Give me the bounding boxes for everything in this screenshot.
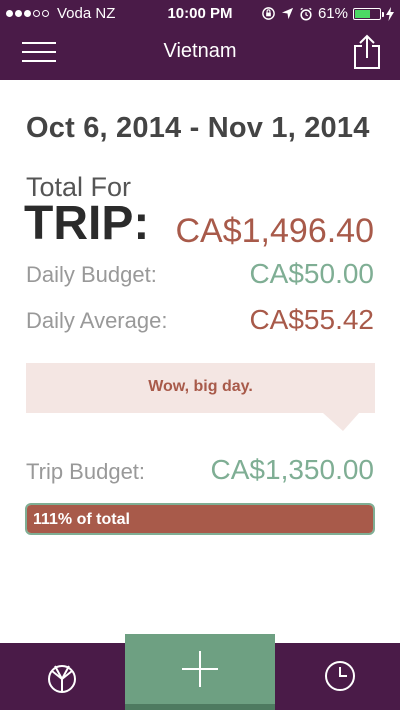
lock-rotation-icon bbox=[262, 7, 275, 20]
status-bar: Voda NZ 10:00 PM 61% bbox=[0, 0, 400, 28]
budget-progress-bar: 111% of total bbox=[25, 503, 375, 535]
nav-title: Vietnam bbox=[163, 40, 237, 62]
battery-icon bbox=[353, 7, 384, 20]
location-arrow-icon bbox=[281, 7, 294, 20]
trip-total-value: CA$1,496.40 bbox=[175, 212, 375, 250]
share-icon bbox=[354, 34, 380, 69]
stats-tab-button[interactable] bbox=[44, 660, 80, 696]
trip-summary-screen: Voda NZ 10:00 PM 61% Vietnam Oct 6, 2014… bbox=[0, 0, 400, 710]
clock-icon bbox=[325, 661, 355, 691]
battery-fill bbox=[355, 9, 370, 18]
message-bubble: Wow, big day. bbox=[26, 363, 375, 413]
status-right: 61% bbox=[261, 5, 394, 22]
charging-bolt-icon bbox=[386, 6, 394, 21]
pie-chart-icon bbox=[48, 665, 76, 693]
daily-average-label: Daily Average: bbox=[26, 308, 168, 333]
trip-label: TRIP: bbox=[24, 197, 150, 250]
daily-average-value: CA$55.42 bbox=[249, 304, 374, 335]
message-bubble-tail bbox=[323, 413, 359, 431]
trip-budget-label: Trip Budget: bbox=[26, 459, 146, 484]
alarm-icon bbox=[300, 7, 312, 20]
battery-percent: 61% bbox=[317, 5, 348, 22]
trip-date-range: Oct 6, 2014 - Nov 1, 2014 bbox=[26, 112, 370, 144]
add-expense-button[interactable] bbox=[125, 634, 275, 710]
top-bar: Voda NZ 10:00 PM 61% Vietnam bbox=[0, 0, 400, 80]
trip-budget-value: CA$1,350.00 bbox=[210, 454, 374, 485]
battery-nub bbox=[382, 11, 384, 17]
history-tab-button[interactable] bbox=[322, 658, 358, 694]
daily-budget-label: Daily Budget: bbox=[26, 262, 157, 287]
share-button[interactable] bbox=[352, 34, 382, 70]
plus-icon-vertical bbox=[199, 651, 201, 687]
message-text: Wow, big day. bbox=[148, 378, 253, 395]
daily-budget-value: CA$50.00 bbox=[249, 258, 374, 289]
add-button-shadow bbox=[125, 704, 275, 710]
budget-progress-label: 111% of total bbox=[33, 511, 130, 528]
